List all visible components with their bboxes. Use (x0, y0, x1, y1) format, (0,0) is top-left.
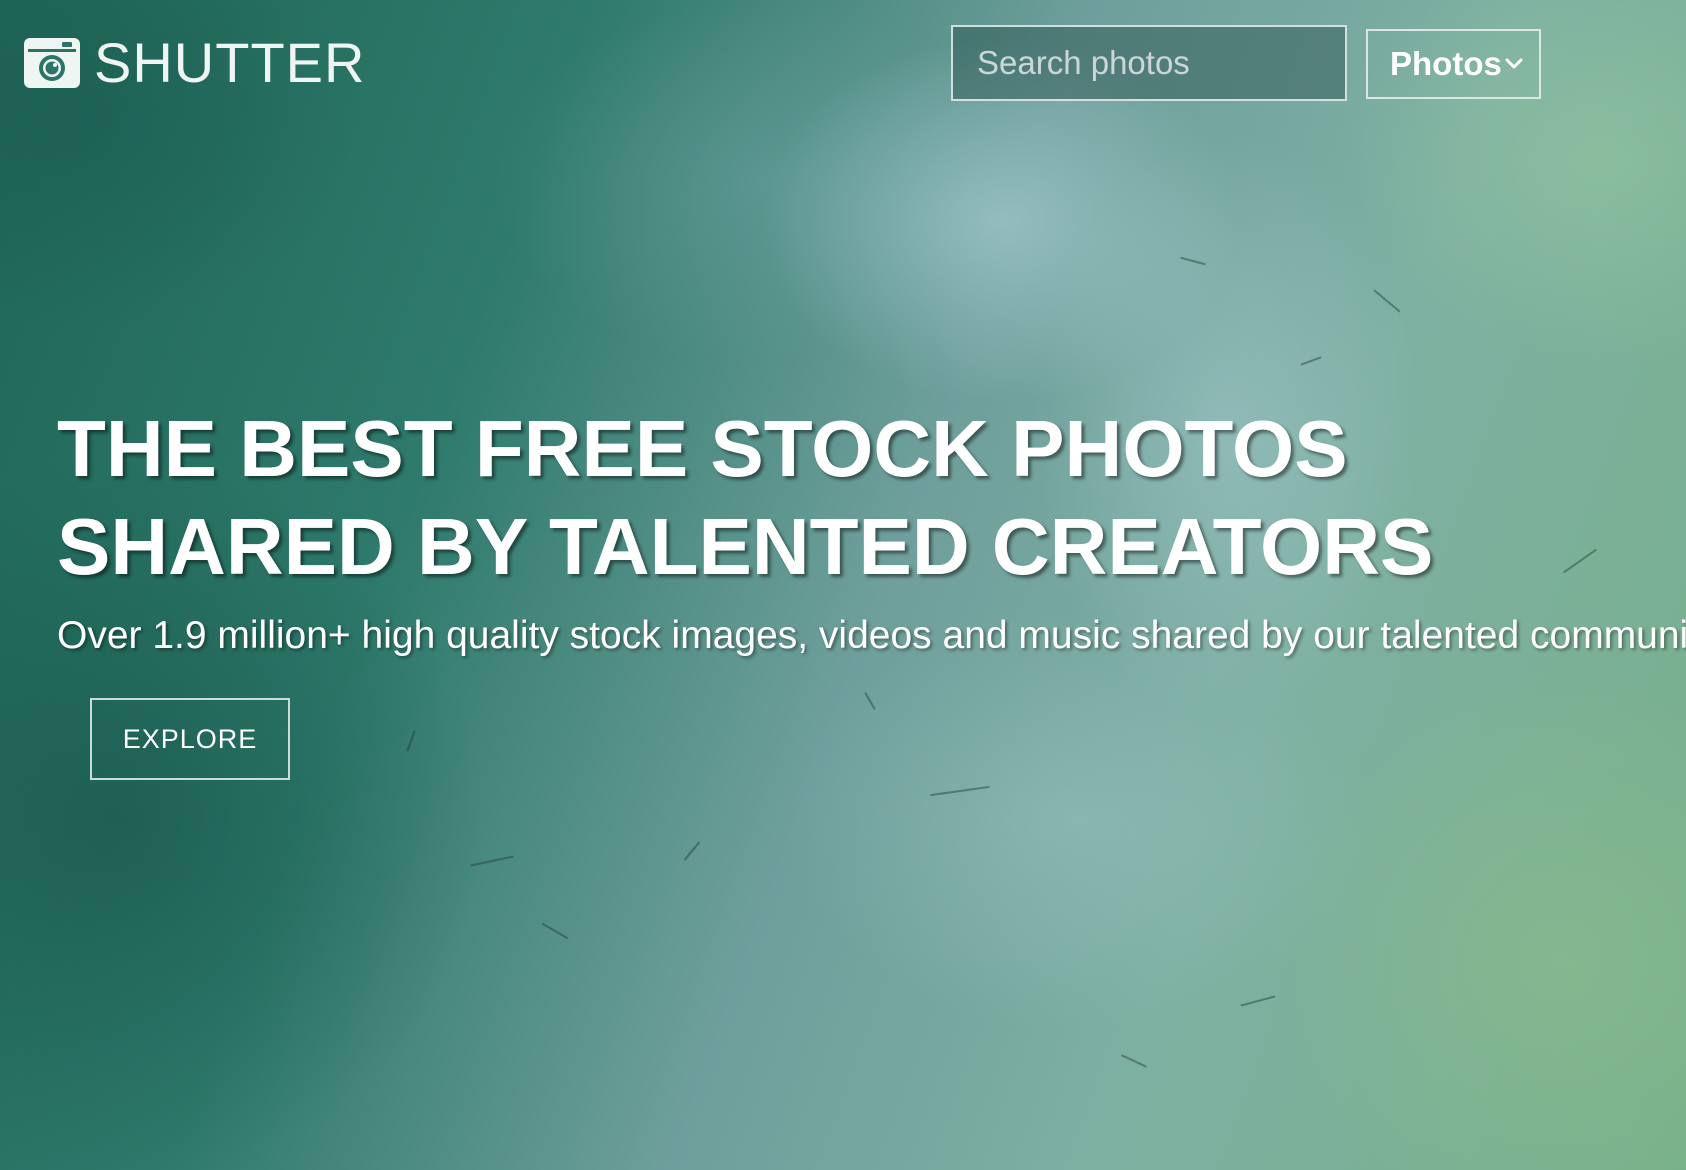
background-texture (470, 855, 514, 867)
media-type-select-value: Photos (1390, 45, 1502, 82)
camera-icon (24, 38, 80, 88)
background-texture (864, 691, 876, 711)
background-texture (1120, 1054, 1148, 1068)
hero-background: SHUTTER Photos THE BEST FREE STOCK PHOTO… (0, 0, 1686, 1170)
hero-title-line-2: SHARED BY TALENTED CREATORS (57, 502, 1434, 591)
site-logo[interactable]: SHUTTER (24, 31, 366, 94)
background-texture (406, 730, 416, 752)
search-input[interactable] (953, 27, 1345, 99)
hero-subtitle: Over 1.9 million+ high quality stock ima… (57, 614, 1686, 657)
media-type-select[interactable]: Photos (1366, 29, 1541, 99)
background-texture (1563, 548, 1597, 574)
search-box (951, 25, 1347, 101)
background-texture (1240, 995, 1276, 1007)
explore-button[interactable]: EXPLORE (90, 698, 290, 780)
chevron-down-icon (1505, 58, 1523, 69)
background-texture (683, 841, 701, 861)
background-texture (1300, 356, 1322, 366)
background-texture (1180, 256, 1206, 266)
logo-text: SHUTTER (94, 31, 366, 94)
hero-title: THE BEST FREE STOCK PHOTOS SHARED BY TAL… (57, 400, 1433, 596)
background-texture (930, 785, 990, 797)
hero-title-line-1: THE BEST FREE STOCK PHOTOS (57, 404, 1348, 493)
background-texture (1373, 289, 1401, 313)
background-texture (541, 922, 569, 940)
